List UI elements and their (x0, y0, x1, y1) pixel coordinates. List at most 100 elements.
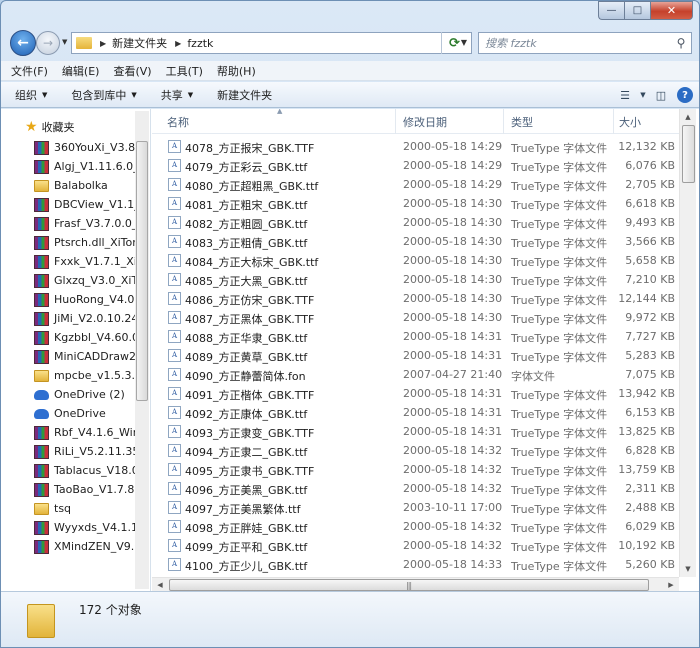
nav-item[interactable]: tsq (34, 499, 142, 518)
nav-item[interactable]: Kgzbbl_V4.60.0 (34, 328, 142, 347)
maximize-button[interactable]: □ (624, 1, 650, 20)
scroll-down-icon[interactable]: ▼ (680, 561, 696, 577)
nav-item[interactable]: Frasf_V3.7.0.0_X (34, 214, 142, 233)
column-type[interactable]: 类型 (511, 114, 533, 130)
view-options-dropdown-icon[interactable]: ▼ (637, 85, 649, 105)
address-bar[interactable]: ▶ 新建文件夹 ▶ fzztk ▼ (71, 32, 472, 54)
nav-item[interactable]: Rbf_V4.1.6_Win (34, 423, 142, 442)
file-row[interactable]: A 4093_方正隶变_GBK.TTF 2000-05-18 14:31 TrueTy… (152, 422, 679, 441)
file-row[interactable]: A 4094_方正隶二_GBK.ttf 2000-05-18 14:32 TrueTy… (152, 441, 679, 460)
file-row[interactable]: A 4096_方正美黑_GBK.ttf 2000-05-18 14:32 TrueTy… (152, 479, 679, 498)
nav-scroll-thumb[interactable] (136, 141, 148, 401)
file-row[interactable]: A 4086_方正仿宋_GBK.TTF 2000-05-18 14:30 TrueTy… (152, 289, 679, 308)
favorites-item[interactable]: ★ 收藏夹 (25, 119, 75, 135)
menu-help[interactable]: 帮助(H) (217, 63, 256, 79)
nav-item[interactable]: Wyyxds_V4.1.1. (34, 518, 142, 537)
file-row[interactable]: A 4095_方正隶书_GBK.TTF 2000-05-18 14:32 TrueTy… (152, 460, 679, 479)
file-row[interactable]: A 4082_方正粗圆_GBK.ttf 2000-05-18 14:30 TrueTy… (152, 213, 679, 232)
scroll-right-icon[interactable]: ▶ (663, 578, 679, 592)
nav-item[interactable]: Tablacus_V18.0 (34, 461, 142, 480)
scroll-left-icon[interactable]: ◀ (152, 578, 168, 592)
breadcrumb-item[interactable]: fzztk (187, 37, 213, 50)
file-row[interactable]: A 4091_方正楷体_GBK.TTF 2000-05-18 14:31 TrueTy… (152, 384, 679, 403)
nav-item[interactable]: MiniCADDraw20 (34, 347, 142, 366)
new-folder-button[interactable]: 新建文件夹 (217, 87, 272, 103)
file-row[interactable]: A 4100_方正少儿_GBK.ttf 2000-05-18 14:33 TrueTy… (152, 555, 679, 574)
column-divider[interactable] (503, 109, 504, 134)
nav-item[interactable]: Fxxk_V1.7.1_XiT (34, 252, 142, 271)
nav-item[interactable]: mpcbe_v1.5.3.4 (34, 366, 142, 385)
refresh-button[interactable]: ⟳ (441, 32, 467, 54)
file-type: TrueType 字体文件 (511, 503, 608, 516)
search-input[interactable]: 搜索 fzztk (485, 35, 671, 51)
organize-label: 组织 (15, 88, 37, 102)
search-box[interactable]: 搜索 fzztk ⚲ (478, 32, 692, 54)
column-date[interactable]: 修改日期 (403, 114, 447, 130)
nav-item[interactable]: 360YouXi_V3.8.7 (34, 138, 142, 157)
file-row[interactable]: A 4098_方正胖娃_GBK.ttf 2000-05-18 14:32 TrueTy… (152, 517, 679, 536)
nav-item[interactable]: OneDrive (2) (34, 385, 142, 404)
file-row[interactable]: A 4079_方正彩云_GBK.ttf 2000-05-18 14:29 TrueTy… (152, 156, 679, 175)
minimize-button[interactable]: — (598, 1, 624, 20)
file-row[interactable]: A 4085_方正大黑_GBK.ttf 2000-05-18 14:30 TrueTy… (152, 270, 679, 289)
breadcrumb-separator-icon[interactable]: ▶ (100, 39, 106, 48)
close-button[interactable]: ✕ (650, 1, 693, 20)
column-name[interactable]: 名称 (167, 114, 189, 130)
column-size[interactable]: 大小 (619, 114, 641, 130)
nav-item[interactable]: DBCView_V1.1_X (34, 195, 142, 214)
horizontal-scroll-thumb[interactable]: ||| (169, 579, 649, 591)
menu-view[interactable]: 查看(V) (113, 63, 151, 79)
nav-item[interactable]: JiMi_V2.0.10.24_ (34, 309, 142, 328)
file-size: 5,658 KB (625, 254, 675, 267)
font-file-icon: A (168, 140, 181, 153)
help-icon[interactable]: ? (677, 87, 693, 103)
nav-item[interactable]: XMindZEN_V9.0 (34, 537, 142, 556)
file-row[interactable]: A 4092_方正康体_GBK.ttf 2000-05-18 14:31 TrueTy… (152, 403, 679, 422)
nav-item[interactable]: Glxzq_V3.0_XiTo (34, 271, 142, 290)
nav-item[interactable]: Algj_V1.11.6.0_X (34, 157, 142, 176)
nav-item[interactable]: HuoRong_V4.0. (34, 290, 142, 309)
breadcrumb-item[interactable]: 新建文件夹 (112, 35, 167, 51)
file-row[interactable]: A 4078_方正报宋_GBK.TTF 2000-05-18 14:29 TrueTy… (152, 137, 679, 156)
file-name: 4078_方正报宋_GBK.TTF (185, 142, 315, 155)
file-size: 6,029 KB (625, 520, 675, 533)
nav-item[interactable]: Balabolka (34, 176, 142, 195)
scroll-up-icon[interactable]: ▲ (680, 109, 696, 125)
menu-edit[interactable]: 编辑(E) (62, 63, 100, 79)
file-row[interactable]: A 4090_方正静蕾简体.fon 2007-04-27 21:40 字体文件 7,07… (152, 365, 679, 384)
preview-pane-icon[interactable]: ◫ (649, 85, 673, 105)
breadcrumb-separator-icon[interactable]: ▶ (175, 39, 181, 48)
change-view-icon[interactable]: ☰ (613, 85, 637, 105)
include-in-library-button[interactable]: 包含到库中 ▼ (71, 87, 136, 103)
share-button[interactable]: 共享 ▼ (161, 87, 193, 103)
recent-pages-dropdown[interactable]: ▼ (62, 38, 67, 46)
file-name: 4098_方正胖娃_GBK.ttf (185, 522, 308, 535)
nav-item[interactable]: TaoBao_V1.7.8. (34, 480, 142, 499)
file-list-horizontal-scrollbar[interactable]: ◀ ||| ▶ (152, 577, 679, 591)
file-row[interactable]: A 4099_方正平和_GBK.ttf 2000-05-18 14:32 TrueTy… (152, 536, 679, 555)
file-row[interactable]: A 4083_方正粗倩_GBK.ttf 2000-05-18 14:30 TrueTy… (152, 232, 679, 251)
file-list-vertical-scrollbar[interactable]: ▲ ▼ (679, 109, 696, 577)
vertical-scroll-thumb[interactable] (682, 125, 695, 183)
archive-icon (34, 349, 49, 364)
column-divider[interactable] (395, 109, 396, 134)
file-row[interactable]: A 4097_方正美黑繁体.ttf 2003-10-11 17:00 TrueType… (152, 498, 679, 517)
file-row[interactable]: A 4088_方正华隶_GBK.ttf 2000-05-18 14:31 TrueTy… (152, 327, 679, 346)
file-row[interactable]: A 4084_方正大标宋_GBK.ttf 2000-05-18 14:30 TrueT… (152, 251, 679, 270)
file-row[interactable]: A 4087_方正黑体_GBK.TTF 2000-05-18 14:30 TrueTy… (152, 308, 679, 327)
nav-item[interactable]: OneDrive (34, 404, 142, 423)
file-row[interactable]: A 4081_方正粗宋_GBK.ttf 2000-05-18 14:30 TrueTy… (152, 194, 679, 213)
column-divider[interactable] (613, 109, 614, 134)
nav-scrollbar[interactable] (135, 111, 149, 589)
menu-tools[interactable]: 工具(T) (166, 63, 203, 79)
menu-file[interactable]: 文件(F) (11, 63, 48, 79)
nav-item[interactable]: Ptsrch.dll_XiTon (34, 233, 142, 252)
search-icon[interactable]: ⚲ (671, 36, 691, 50)
organize-button[interactable]: 组织 ▼ (15, 87, 47, 103)
file-row[interactable]: A 4089_方正黄草_GBK.ttf 2000-05-18 14:31 TrueTy… (152, 346, 679, 365)
file-name: 4093_方正隶变_GBK.TTF (185, 427, 315, 440)
back-button[interactable]: ← (10, 30, 36, 56)
forward-button[interactable]: → (36, 31, 60, 55)
file-row[interactable]: A 4080_方正超粗黑_GBK.ttf 2000-05-18 14:29 TrueT… (152, 175, 679, 194)
nav-item[interactable]: RiLi_V5.2.11.354 (34, 442, 142, 461)
